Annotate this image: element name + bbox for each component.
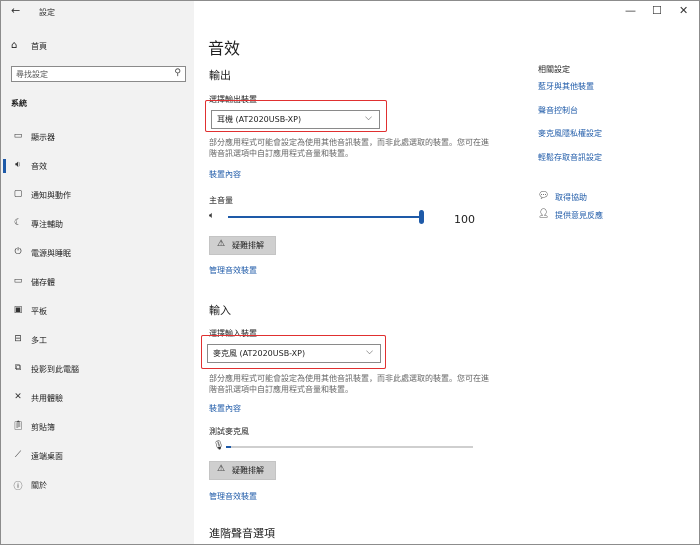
warning-icon: ⚠ xyxy=(217,239,226,249)
input-device-dropdown[interactable]: 麥克風 (AT2020USB-XP) ⌵ xyxy=(207,344,381,363)
shared-icon: ✕ xyxy=(14,392,22,402)
sidebar-item[interactable]: ▭ 顯示器 xyxy=(1,127,194,147)
related-link-mic-privacy[interactable]: 麥克風隱私權設定 xyxy=(538,128,602,139)
volume-slider-thumb[interactable] xyxy=(419,210,424,224)
input-troubleshoot-label: 疑難排解 xyxy=(232,466,264,475)
output-description: 部分應用程式可能會設定為使用其他音訊裝置，而非此處選取的裝置。您可在進階音訊選項… xyxy=(209,138,489,158)
related-link-ease-of-access[interactable]: 輕鬆存取音訊設定 xyxy=(538,152,602,163)
remote-icon: ⟋ xyxy=(14,450,22,460)
sidebar-item-label: 剪貼簿 xyxy=(31,423,55,432)
related-link-sound-panel[interactable]: 聲音控制台 xyxy=(538,105,578,116)
sidebar: ← 設定 ⌂ 首頁 尋找設定 ⚲ 系統 ▭ 顯示器 🔉︎ 音效 ▢ 通知與動作 ☾ 專注輔助 ⏻… xyxy=(1,1,194,544)
app-title: 設定 xyxy=(39,8,55,17)
section-title: 系統 xyxy=(11,99,27,108)
sound-icon: 🔉︎ xyxy=(15,160,21,170)
home-link[interactable]: ⌂ 首頁 xyxy=(11,40,47,51)
main-content: 音效 輸出 選擇輸出裝置 耳機 (AT2020USB-XP) ⌵ 部分應用程式可… xyxy=(195,1,699,544)
power-icon: ⏻ xyxy=(14,247,22,257)
search-placeholder: 尋找設定 xyxy=(16,70,48,79)
back-button[interactable]: ← xyxy=(11,4,20,17)
mic-level-fill xyxy=(226,446,231,448)
output-properties-link[interactable]: 裝置內容 xyxy=(209,169,241,180)
chevron-down-icon: ⌵ xyxy=(365,113,372,123)
chevron-down-icon: ⌵ xyxy=(366,347,373,357)
sidebar-item[interactable]: ⧉ 投影到此電腦 xyxy=(1,359,194,379)
volume-slider[interactable] xyxy=(228,210,424,224)
sidebar-item[interactable]: ⏻ 電源與睡眠 xyxy=(1,243,194,263)
input-device-value: 麥克風 (AT2020USB-XP) xyxy=(213,349,306,358)
search-icon: ⚲ xyxy=(174,68,181,78)
clipboard-icon: 📋︎ xyxy=(12,421,24,431)
sidebar-item-label: 音效 xyxy=(31,162,47,171)
project-icon: ⧉ xyxy=(14,363,22,373)
sidebar-item-label: 儲存體 xyxy=(31,278,55,287)
sidebar-item[interactable]: ▭ 儲存體 xyxy=(1,272,194,292)
search-input[interactable]: 尋找設定 ⚲ xyxy=(11,66,186,82)
sidebar-item[interactable]: ☾ 專注輔助 xyxy=(1,214,194,234)
volume-slider-fill xyxy=(228,216,422,218)
sidebar-item[interactable]: ▣ 平板 xyxy=(1,301,194,321)
related-title: 相關設定 xyxy=(538,65,570,74)
home-label: 首頁 xyxy=(31,42,47,51)
sidebar-item-label: 電源與睡眠 xyxy=(31,249,71,258)
related-link-bluetooth[interactable]: 藍牙與其他裝置 xyxy=(538,81,594,92)
output-troubleshoot-label: 疑難排解 xyxy=(232,241,264,250)
notification-icon: ▢ xyxy=(13,189,23,199)
volume-label: 主音量 xyxy=(209,196,233,205)
get-help-label: 取得協助 xyxy=(555,193,587,202)
input-manage-devices-link[interactable]: 管理音效裝置 xyxy=(209,491,257,502)
sidebar-item-label: 平板 xyxy=(31,307,47,316)
test-mic-label: 測試麥克風 xyxy=(209,427,249,436)
feedback-icon: 👤︎ xyxy=(538,209,550,219)
sidebar-item[interactable]: ⟋ 遠端桌面 xyxy=(1,446,194,466)
moon-icon: ☾ xyxy=(13,218,23,228)
input-troubleshoot-button[interactable]: ⚠ 疑難排解 xyxy=(209,461,276,480)
home-icon: ⌂ xyxy=(11,40,18,51)
sidebar-item-label: 關於 xyxy=(31,481,47,490)
info-icon: ⓘ xyxy=(13,482,23,492)
output-device-value: 耳機 (AT2020USB-XP) xyxy=(217,115,302,124)
sidebar-item-label: 顯示器 xyxy=(31,133,55,142)
sidebar-item[interactable]: ▢ 通知與動作 xyxy=(1,185,194,205)
display-icon: ▭ xyxy=(13,131,23,141)
sidebar-item-label: 遠端桌面 xyxy=(31,452,63,461)
output-manage-devices-link[interactable]: 管理音效裝置 xyxy=(209,265,257,276)
help-icon: 💬︎ xyxy=(538,191,550,201)
warning-icon: ⚠ xyxy=(217,464,226,474)
microphone-icon: 🎙︎ xyxy=(213,441,225,451)
input-description: 部分應用程式可能會設定為使用其他音訊裝置，而非此處選取的裝置。您可在進階音訊選項… xyxy=(209,374,489,394)
advanced-heading: 進階聲音選項 xyxy=(209,527,275,540)
multitasking-icon: ⊟ xyxy=(14,334,22,344)
output-device-dropdown[interactable]: 耳機 (AT2020USB-XP) ⌵ xyxy=(211,110,380,129)
feedback-label: 提供意見反應 xyxy=(555,211,603,220)
storage-icon: ▭ xyxy=(13,276,23,286)
tablet-icon: ▣ xyxy=(13,305,23,315)
sidebar-item-label: 通知與動作 xyxy=(31,191,71,200)
sidebar-item-label: 多工 xyxy=(31,336,47,345)
get-help-link[interactable]: 💬︎ 取得協助 xyxy=(538,191,700,205)
sidebar-item[interactable]: 📋︎ 剪貼簿 xyxy=(1,417,194,437)
mic-level-meter xyxy=(226,446,473,448)
sidebar-item[interactable]: ✕ 共用體驗 xyxy=(1,388,194,408)
feedback-link[interactable]: 👤︎ 提供意見反應 xyxy=(538,209,700,223)
volume-value: 100 xyxy=(454,213,475,226)
sidebar-item-label: 投影到此電腦 xyxy=(31,365,79,374)
sidebar-item[interactable]: ⊟ 多工 xyxy=(1,330,194,350)
input-properties-link[interactable]: 裝置內容 xyxy=(209,403,241,414)
sidebar-item-label: 共用體驗 xyxy=(31,394,63,403)
output-troubleshoot-button[interactable]: ⚠ 疑難排解 xyxy=(209,236,276,255)
page-title: 音效 xyxy=(208,39,241,58)
input-heading: 輸入 xyxy=(209,304,231,317)
sidebar-item[interactable]: ⓘ 關於 xyxy=(1,475,194,495)
sidebar-item-label: 專注輔助 xyxy=(31,220,63,229)
sidebar-item[interactable]: 🔉︎ 音效 xyxy=(1,156,194,176)
output-heading: 輸出 xyxy=(209,69,231,82)
speaker-icon: 🔈︎ xyxy=(209,211,215,221)
